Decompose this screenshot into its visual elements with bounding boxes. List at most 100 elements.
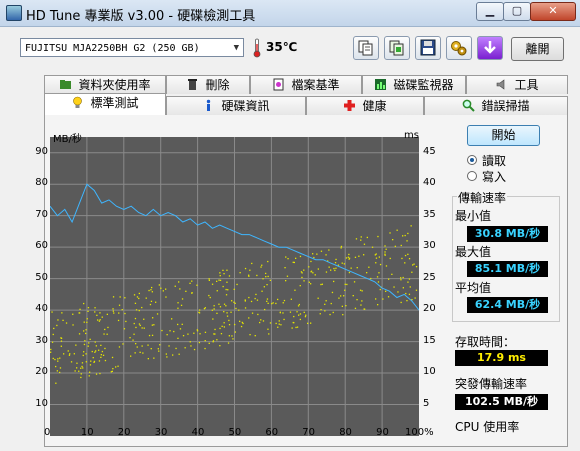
access-time-point — [216, 290, 218, 292]
access-time-point — [82, 354, 84, 357]
minimize-button[interactable]: ▁ — [476, 2, 504, 21]
access-time-point — [295, 326, 297, 329]
right-axis-unit: ms — [404, 130, 419, 141]
access-time-point — [414, 297, 416, 299]
access-time-point — [233, 288, 235, 290]
file-benchmark-icon — [273, 78, 284, 91]
tab-tools[interactable]: 工具 — [466, 75, 568, 94]
start-button[interactable]: 開始 — [467, 125, 540, 146]
maximize-button[interactable]: ▢ — [503, 2, 531, 21]
access-time-point — [184, 347, 186, 349]
access-time-point — [299, 255, 302, 258]
access-time-point — [257, 313, 259, 316]
access-time-point — [402, 276, 404, 279]
access-time-point — [70, 361, 73, 363]
access-time-point — [169, 330, 171, 332]
benchmark-chart — [50, 137, 419, 436]
access-time-point — [212, 318, 214, 320]
access-time-point — [406, 240, 408, 242]
access-time-point — [335, 267, 337, 269]
access-time-point — [384, 245, 386, 247]
tab-label: 工具 — [514, 78, 539, 92]
access-time-point — [204, 340, 206, 342]
access-time-point — [51, 341, 54, 343]
copy-button[interactable] — [353, 36, 379, 60]
access-time-point — [342, 314, 344, 316]
access-time-point — [308, 281, 310, 283]
access-time-point — [59, 357, 61, 359]
access-time-point — [95, 350, 97, 352]
access-time-point — [99, 372, 101, 375]
download-button[interactable] — [477, 36, 503, 60]
access-time-point — [203, 308, 206, 310]
tab-health[interactable]: 健康 — [306, 96, 424, 115]
tab-erase[interactable]: 刪除 — [166, 75, 250, 94]
tab-benchmark[interactable]: 標準測試 — [44, 93, 166, 115]
drive-select[interactable]: FUJITSU MJA2250BH G2 (250 GB) ▼ — [20, 38, 244, 57]
access-time-point — [59, 367, 62, 369]
close-button[interactable]: ✕ — [530, 2, 576, 21]
access-time-point — [55, 365, 57, 368]
transfer-rate-title: 傳輸速率 — [457, 189, 508, 206]
write-label: 寫入 — [482, 170, 507, 184]
save-button[interactable] — [415, 36, 441, 60]
avg-label: 平均值 — [455, 281, 492, 295]
access-time-point — [334, 262, 337, 264]
tab-folder-usage[interactable]: 資料夾使用率 — [44, 75, 166, 94]
access-time-point — [379, 263, 382, 266]
access-time-point — [294, 289, 296, 291]
min-label: 最小值 — [455, 209, 492, 223]
access-time-point — [83, 330, 85, 332]
access-time-point — [264, 308, 266, 311]
access-time-point — [179, 288, 181, 290]
access-time-point — [324, 310, 326, 312]
access-time-point — [297, 305, 300, 307]
exit-button[interactable]: 離開 — [511, 37, 564, 61]
tab-error-scan[interactable]: 錯誤掃描 — [424, 96, 568, 115]
access-time-point — [343, 295, 345, 297]
write-radio[interactable] — [467, 171, 477, 181]
access-time-point — [407, 232, 409, 235]
access-time-point — [177, 302, 179, 304]
x-axis-tick: 10 — [80, 427, 94, 438]
access-time-point — [299, 318, 301, 321]
access-time-point — [221, 325, 223, 327]
access-time-point — [76, 367, 78, 369]
max-label: 最大值 — [455, 245, 492, 259]
access-time-point — [159, 344, 161, 346]
access-time-point — [231, 335, 233, 337]
access-time-point — [283, 318, 285, 321]
options-button[interactable] — [446, 36, 472, 60]
access-time-point — [101, 316, 103, 318]
access-time-point — [394, 245, 396, 247]
tab-disk-monitor[interactable]: 磁碟監視器 — [362, 75, 466, 94]
avg-value: 62.4 MB/秒 — [467, 297, 548, 313]
copy-all-button[interactable] — [384, 36, 410, 60]
access-time-point — [219, 279, 222, 281]
arrow-down-icon — [484, 41, 496, 54]
access-time-point — [220, 333, 223, 335]
access-time-point — [231, 300, 233, 302]
access-time-point — [223, 311, 225, 313]
access-time-point — [331, 291, 334, 294]
access-time-point — [135, 343, 137, 345]
access-time-point — [212, 340, 215, 342]
right-axis-tick: 5 — [423, 397, 430, 409]
tab-label: 磁碟監視器 — [393, 78, 454, 92]
x-axis-tick: 20 — [117, 427, 131, 438]
access-time-point — [94, 351, 96, 353]
access-time-point — [84, 340, 86, 342]
access-time-point — [68, 354, 71, 356]
access-time-point — [370, 277, 372, 280]
access-time-point — [377, 235, 379, 238]
access-time-point — [223, 322, 225, 324]
left-axis-tick: 90 — [35, 145, 48, 157]
access-time-point — [415, 266, 418, 268]
access-time-point — [191, 292, 193, 294]
access-time-point — [344, 289, 346, 291]
tab-drive-info[interactable]: 硬碟資訊 — [166, 96, 306, 115]
access-time-point — [138, 323, 141, 325]
tab-file-benchmark[interactable]: 檔案基準 — [250, 75, 362, 94]
left-axis-tick: 30 — [35, 334, 48, 346]
read-radio[interactable] — [467, 155, 477, 165]
